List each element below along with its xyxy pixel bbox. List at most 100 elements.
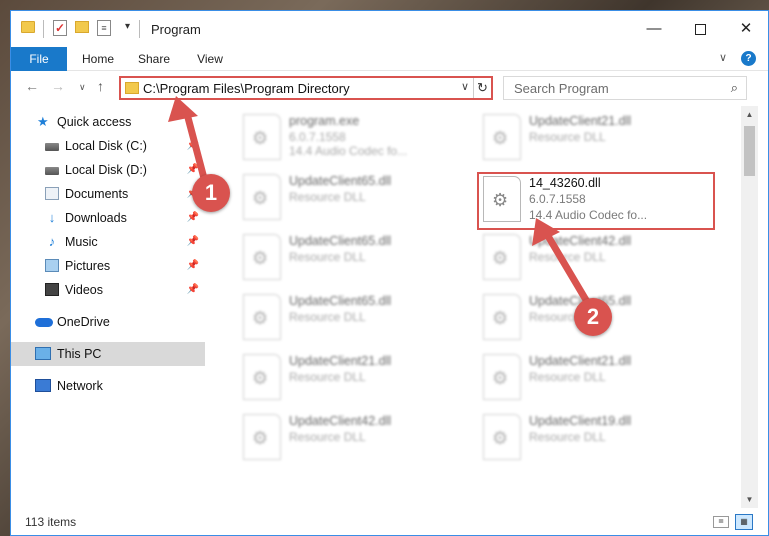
sidebar-item-onedrive[interactable]: OneDrive: [11, 310, 205, 334]
pin-icon[interactable]: 📌: [187, 278, 199, 302]
sidebar-item-local-disk-d[interactable]: Local Disk (D:) 📌: [11, 158, 205, 182]
gear-icon: ⚙: [492, 248, 509, 268]
file-tile[interactable]: ⚙ UpdateClient21.dll Resource DLL: [241, 352, 479, 408]
sidebar-item-documents[interactable]: Documents 📌: [11, 182, 205, 206]
close-button[interactable]: ✕: [723, 11, 768, 47]
sidebar-item-label: Documents: [65, 187, 129, 201]
maximize-icon: [694, 23, 706, 35]
file-type: Resource DLL: [529, 370, 606, 384]
sidebar-item-label: Local Disk (D:): [65, 163, 147, 177]
properties-check-icon[interactable]: ✓: [53, 20, 67, 36]
file-name: UpdateClient21.dll: [529, 354, 632, 368]
folder-icon: [21, 21, 35, 33]
exe-file-icon: ⚙: [243, 114, 281, 160]
dll-file-icon: ⚙: [243, 414, 281, 460]
sidebar-item-network[interactable]: Network: [11, 374, 205, 398]
scroll-down-button[interactable]: ▼: [741, 491, 758, 508]
pin-icon[interactable]: 📌: [187, 254, 199, 278]
tab-share[interactable]: Share: [131, 47, 177, 71]
tab-home[interactable]: Home: [75, 47, 121, 71]
sidebar-item-music[interactable]: ♪ Music 📌: [11, 230, 205, 254]
dll-file-icon: ⚙: [483, 354, 521, 400]
file-type: Resource DLL: [529, 130, 606, 144]
maximize-button[interactable]: [677, 11, 723, 47]
scroll-thumb[interactable]: [744, 126, 755, 176]
file-tile[interactable]: ⚙ UpdateClient21.dll Resource DLL: [481, 352, 719, 408]
item-count: 113 items: [25, 515, 77, 529]
pin-icon[interactable]: 📌: [187, 230, 199, 254]
annotation-badge-2: 2: [574, 298, 612, 336]
tiles-view-icon[interactable]: ▦: [735, 514, 753, 530]
sidebar-item-videos[interactable]: Videos 📌: [11, 278, 205, 302]
pictures-icon: [45, 259, 59, 272]
customize-toolbar-icon[interactable]: ▾: [125, 21, 130, 32]
forward-button[interactable]: →: [51, 78, 65, 94]
sidebar-item-local-disk-c[interactable]: Local Disk (C:) 📌: [11, 134, 205, 158]
sidebar-item-downloads[interactable]: ↓ Downloads 📌: [11, 206, 205, 230]
properties-icon[interactable]: ≡: [97, 20, 111, 36]
drive-icon: [45, 143, 59, 151]
up-button[interactable]: ↑: [97, 78, 104, 94]
file-tile[interactable]: ⚙ program.exe 6.0.7.1558 14.4 Audio Code…: [241, 112, 479, 168]
gear-icon: ⚙: [252, 188, 269, 208]
sidebar-item-label: Downloads: [65, 211, 127, 225]
file-tile[interactable]: ⚙ UpdateClient65.dll Resource DLL: [241, 172, 479, 228]
file-tile[interactable]: ⚙ UpdateClient65.dll Resource DLL: [241, 232, 479, 288]
tab-file[interactable]: File: [11, 47, 67, 71]
file-tile[interactable]: ⚙ UpdateClient42.dll Resource DLL: [241, 412, 479, 468]
gear-icon: ⚙: [492, 308, 509, 328]
address-dropdown-button[interactable]: ∨: [461, 80, 469, 93]
details-view-icon[interactable]: ≣: [713, 516, 729, 528]
pin-icon[interactable]: 📌: [187, 206, 199, 230]
file-name: UpdateClient42.dll: [289, 414, 392, 428]
file-tile[interactable]: ⚙ UpdateClient65.dll Resource DLL: [241, 292, 479, 348]
file-type: Resource DLL: [289, 370, 366, 384]
sidebar-item-label: Videos: [65, 283, 103, 297]
gear-icon: ⚙: [492, 368, 509, 388]
file-list: ⚙ program.exe 6.0.7.1558 14.4 Audio Code…: [211, 106, 741, 508]
pin-icon[interactable]: 📌: [187, 134, 199, 158]
sidebar-item-this-pc[interactable]: This PC: [11, 342, 205, 366]
expand-ribbon-icon[interactable]: ∨: [719, 51, 727, 66]
minimize-button[interactable]: —: [631, 11, 677, 47]
file-explorer-window: ✓ ≡ ▾ Program — ✕ File Home Share View ∨…: [10, 10, 769, 536]
search-icon[interactable]: ⌕: [731, 80, 738, 96]
file-description: 14.4 Audio Codec fo...: [289, 144, 408, 158]
address-path[interactable]: C:\Program Files\Program Directory: [143, 81, 350, 96]
status-bar: 113 items ≣ ▦: [11, 508, 768, 535]
dll-file-icon: ⚙: [483, 294, 521, 340]
file-name: program.exe: [289, 114, 360, 128]
refresh-button[interactable]: ↻: [473, 78, 491, 98]
help-icon[interactable]: ?: [741, 51, 756, 66]
recent-locations-button[interactable]: ∨: [79, 82, 86, 93]
file-name: UpdateClient65.dll: [289, 234, 392, 248]
sidebar-item-label: This PC: [57, 347, 102, 361]
gear-icon: ⚙: [492, 128, 509, 148]
annotation-badge-1: 1: [192, 174, 230, 212]
gear-icon: ⚙: [252, 428, 269, 448]
back-button[interactable]: ←: [25, 78, 39, 94]
dll-file-icon: ⚙: [483, 234, 521, 280]
file-type: Resource DLL: [289, 310, 366, 324]
file-name: UpdateClient21.dll: [289, 354, 392, 368]
tab-view[interactable]: View: [187, 47, 233, 71]
this-pc-icon: [35, 347, 51, 360]
address-bar[interactable]: C:\Program Files\Program Directory ∨ ↻: [119, 76, 493, 100]
file-tile[interactable]: ⚙ UpdateClient42.dll Resource DLL: [481, 232, 719, 288]
scroll-up-button[interactable]: ▲: [741, 106, 758, 123]
dll-file-icon: ⚙: [243, 234, 281, 280]
title-bar: ✓ ≡ ▾ Program — ✕: [11, 11, 768, 47]
vertical-scrollbar[interactable]: ▲ ▼: [741, 106, 758, 508]
new-folder-icon[interactable]: [75, 21, 89, 33]
folder-icon: [125, 82, 139, 94]
videos-icon: [45, 283, 59, 296]
search-input[interactable]: Search Program ⌕: [503, 76, 747, 100]
downloads-icon: ↓: [48, 210, 56, 225]
file-tile[interactable]: ⚙ UpdateClient21.dll Resource DLL: [481, 112, 719, 168]
quick-access-divider: [43, 20, 44, 38]
sidebar-item-pictures[interactable]: Pictures 📌: [11, 254, 205, 278]
file-tile[interactable]: ⚙ UpdateClient19.dll Resource DLL: [481, 412, 719, 468]
sidebar-item-quick-access[interactable]: ★ Quick access: [11, 110, 205, 134]
dll-file-icon: ⚙: [243, 174, 281, 220]
onedrive-icon: [35, 318, 53, 327]
